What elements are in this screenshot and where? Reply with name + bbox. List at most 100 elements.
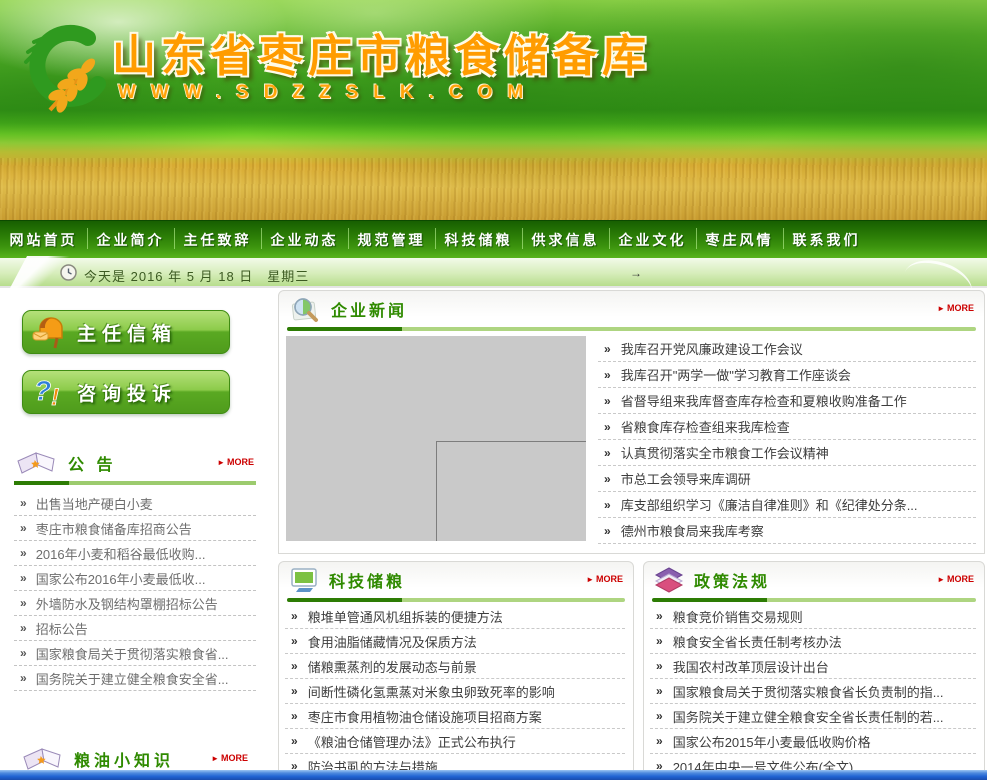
tech-list: » 粮堆单管通风机组拆装的便捷方法 » 食用油脂储藏情况及保质方法 » bbox=[279, 602, 633, 779]
director-mailbox-button[interactable]: 主任信箱 bbox=[22, 310, 230, 354]
more-arrow-icon: ► bbox=[217, 458, 225, 467]
bullet-icon: » bbox=[291, 609, 298, 623]
policy-list-item[interactable]: » 国家粮食局关于贯彻落实粮食省长负责制的指... bbox=[650, 679, 976, 704]
nav-item[interactable]: 联系我们 bbox=[783, 221, 870, 258]
bullet-icon: » bbox=[604, 394, 611, 408]
content-area: 主任信箱 ? ! 咨询投诉 bbox=[0, 288, 987, 770]
nav-item[interactable]: 规范管理 bbox=[348, 221, 435, 258]
news-header: 企业新闻 ►MORE bbox=[279, 291, 984, 327]
svg-text:!: ! bbox=[51, 384, 59, 410]
tech-list-item[interactable]: » 《粮油仓储管理办法》正式公布执行 bbox=[285, 729, 625, 754]
more-arrow-icon: ► bbox=[586, 575, 594, 584]
policy-list-item[interactable]: » 粮食竞价销售交易规则 bbox=[650, 604, 976, 629]
notice-section-header: 公 告 ►MORE bbox=[14, 448, 256, 478]
notice-list-item[interactable]: » 国家粮食局关于贯彻落实粮食省... bbox=[14, 641, 256, 666]
bullet-icon: » bbox=[20, 621, 27, 635]
notice-list-item[interactable]: » 招标公告 bbox=[14, 616, 256, 641]
news-title: 企业新闻 bbox=[331, 297, 407, 321]
news-more-link[interactable]: ►MORE bbox=[937, 303, 974, 313]
tech-more-link[interactable]: ►MORE bbox=[586, 574, 623, 584]
nav-item[interactable]: 企业文化 bbox=[609, 221, 696, 258]
bottom-panels-row: 科技储粮 ►MORE » 粮堆单管通风机组拆装的便捷方法 bbox=[278, 561, 985, 777]
notice-list-item[interactable]: » 国务院关于建立健全粮食安全省... bbox=[14, 666, 256, 691]
bullet-icon: » bbox=[20, 546, 27, 560]
date-bar: 今天是 2016 年 5 月 18 日 星期三 → bbox=[0, 258, 987, 288]
policy-list: » 粮食竞价销售交易规则 » 粮食安全省长责任制考核办法 » 我国农 bbox=[644, 602, 984, 779]
bullet-icon: » bbox=[656, 734, 663, 748]
policy-more-link[interactable]: ►MORE bbox=[937, 574, 974, 584]
bullet-icon: » bbox=[20, 646, 27, 660]
bullet-icon: » bbox=[604, 342, 611, 356]
nav-item[interactable]: 枣庄风情 bbox=[696, 221, 783, 258]
magnifier-globe-icon bbox=[289, 295, 321, 323]
news-list-item[interactable]: » 我库召开党风廉政建设工作会议 bbox=[598, 336, 976, 362]
policy-header: 政策法规 ►MORE bbox=[644, 562, 984, 598]
nav-item[interactable]: 供求信息 bbox=[522, 221, 609, 258]
knowledge-book-icon bbox=[20, 745, 64, 773]
policy-title: 政策法规 bbox=[694, 568, 770, 592]
notice-more-link[interactable]: ►MORE bbox=[217, 457, 254, 467]
tech-list-item[interactable]: » 食用油脂储藏情况及保质方法 bbox=[285, 629, 625, 654]
nav-item[interactable]: 主任致辞 bbox=[174, 221, 261, 258]
nav-item[interactable]: 企业动态 bbox=[261, 221, 348, 258]
consult-complaint-button[interactable]: ? ! 咨询投诉 bbox=[22, 370, 230, 414]
bullet-icon: » bbox=[604, 368, 611, 382]
monitor-icon bbox=[289, 566, 319, 594]
notice-underline bbox=[14, 481, 256, 485]
notice-list-item[interactable]: » 枣庄市粮食储备库招商公告 bbox=[14, 516, 256, 541]
news-list-item[interactable]: » 库支部组织学习《廉洁自律准则》和《纪律处分条... bbox=[598, 492, 976, 518]
question-mark-icon: ? ! bbox=[23, 374, 77, 410]
nav-item[interactable]: 企业简介 bbox=[87, 221, 174, 258]
notice-list-item[interactable]: » 2016年小麦和稻谷最低收购... bbox=[14, 541, 256, 566]
bullet-icon: » bbox=[20, 571, 27, 585]
tech-list-item[interactable]: » 枣庄市食用植物油仓储设施项目招商方案 bbox=[285, 704, 625, 729]
site-url: WWW.SDZZSLK.COM bbox=[118, 82, 538, 104]
bullet-icon: » bbox=[291, 634, 298, 648]
tech-header: 科技储粮 ►MORE bbox=[279, 562, 633, 598]
banner: 山东省枣庄市粮食储备库 WWW.SDZZSLK.COM bbox=[0, 0, 987, 220]
notice-book-icon bbox=[14, 449, 58, 477]
tech-list-item[interactable]: » 储粮熏蒸剂的发展动态与前景 bbox=[285, 654, 625, 679]
knowledge-title: 粮油小知识 bbox=[74, 747, 174, 771]
bullet-icon: » bbox=[291, 684, 298, 698]
bullet-icon: » bbox=[604, 446, 611, 460]
policy-list-item[interactable]: » 粮食安全省长责任制考核办法 bbox=[650, 629, 976, 654]
knowledge-more-link[interactable]: ►MORE bbox=[211, 753, 248, 763]
news-list-item[interactable]: » 我库召开"两学一做"学习教育工作座谈会 bbox=[598, 362, 976, 388]
bullet-icon: » bbox=[604, 472, 611, 486]
clock-icon bbox=[60, 264, 77, 281]
tech-panel: 科技储粮 ►MORE » 粮堆单管通风机组拆装的便捷方法 bbox=[278, 561, 634, 777]
sidebar: 主任信箱 ? ! 咨询投诉 bbox=[8, 294, 260, 770]
notice-list-item[interactable]: » 国家公布2016年小麦最低收... bbox=[14, 566, 256, 591]
bullet-icon: » bbox=[291, 734, 298, 748]
notice-list-item[interactable]: » 出售当地产硬白小麦 bbox=[14, 491, 256, 516]
news-list-item[interactable]: » 省督导组来我库督查库存检查和夏粮收购准备工作 bbox=[598, 388, 976, 414]
notice-title: 公 告 bbox=[68, 451, 116, 475]
news-list-item[interactable]: » 市总工会领导来库调研 bbox=[598, 466, 976, 492]
bullet-icon: » bbox=[656, 684, 663, 698]
policy-list-item[interactable]: » 我国农村改革顶层设计出台 bbox=[650, 654, 976, 679]
news-list-item[interactable]: » 省粮食库存检查组来我库检查 bbox=[598, 414, 976, 440]
bullet-icon: » bbox=[656, 659, 663, 673]
bullet-icon: » bbox=[656, 609, 663, 623]
books-icon bbox=[654, 566, 684, 594]
window-edge bbox=[0, 770, 987, 780]
news-list-item[interactable]: » 认真贯彻落实全市粮食工作会议精神 bbox=[598, 440, 976, 466]
notice-list-item[interactable]: » 外墙防水及钢结构罩棚招标公告 bbox=[14, 591, 256, 616]
more-arrow-icon: ► bbox=[211, 754, 219, 763]
news-body: » 我库召开党风廉政建设工作会议 » 我库召开"两学一做"学习教育工作座谈会 » bbox=[279, 331, 984, 544]
mailbox-icon bbox=[23, 314, 77, 350]
news-list-item[interactable]: » 德州市粮食局来我库考察 bbox=[598, 518, 976, 544]
news-panel: 企业新闻 ►MORE » 我库召开党风廉政建设工作会议 bbox=[278, 290, 985, 554]
marquee-arrow: → bbox=[630, 266, 642, 280]
policy-list-item[interactable]: » 国务院关于建立健全粮食安全省长责任制的若... bbox=[650, 704, 976, 729]
site-logo-icon bbox=[14, 22, 126, 118]
policy-list-item[interactable]: » 国家公布2015年小麦最低收购价格 bbox=[650, 729, 976, 754]
tech-list-item[interactable]: » 间断性磷化氢熏蒸对米象虫卵致死率的影响 bbox=[285, 679, 625, 704]
notice-list: » 出售当地产硬白小麦 » 枣庄市粮食储备库招商公告 » 2016年小麦和稻谷最… bbox=[14, 491, 256, 691]
tech-title: 科技储粮 bbox=[329, 568, 405, 592]
nav-item[interactable]: 科技储粮 bbox=[435, 221, 522, 258]
nav-item[interactable]: 网站首页 bbox=[0, 221, 87, 258]
bullet-icon: » bbox=[656, 634, 663, 648]
tech-list-item[interactable]: » 粮堆单管通风机组拆装的便捷方法 bbox=[285, 604, 625, 629]
